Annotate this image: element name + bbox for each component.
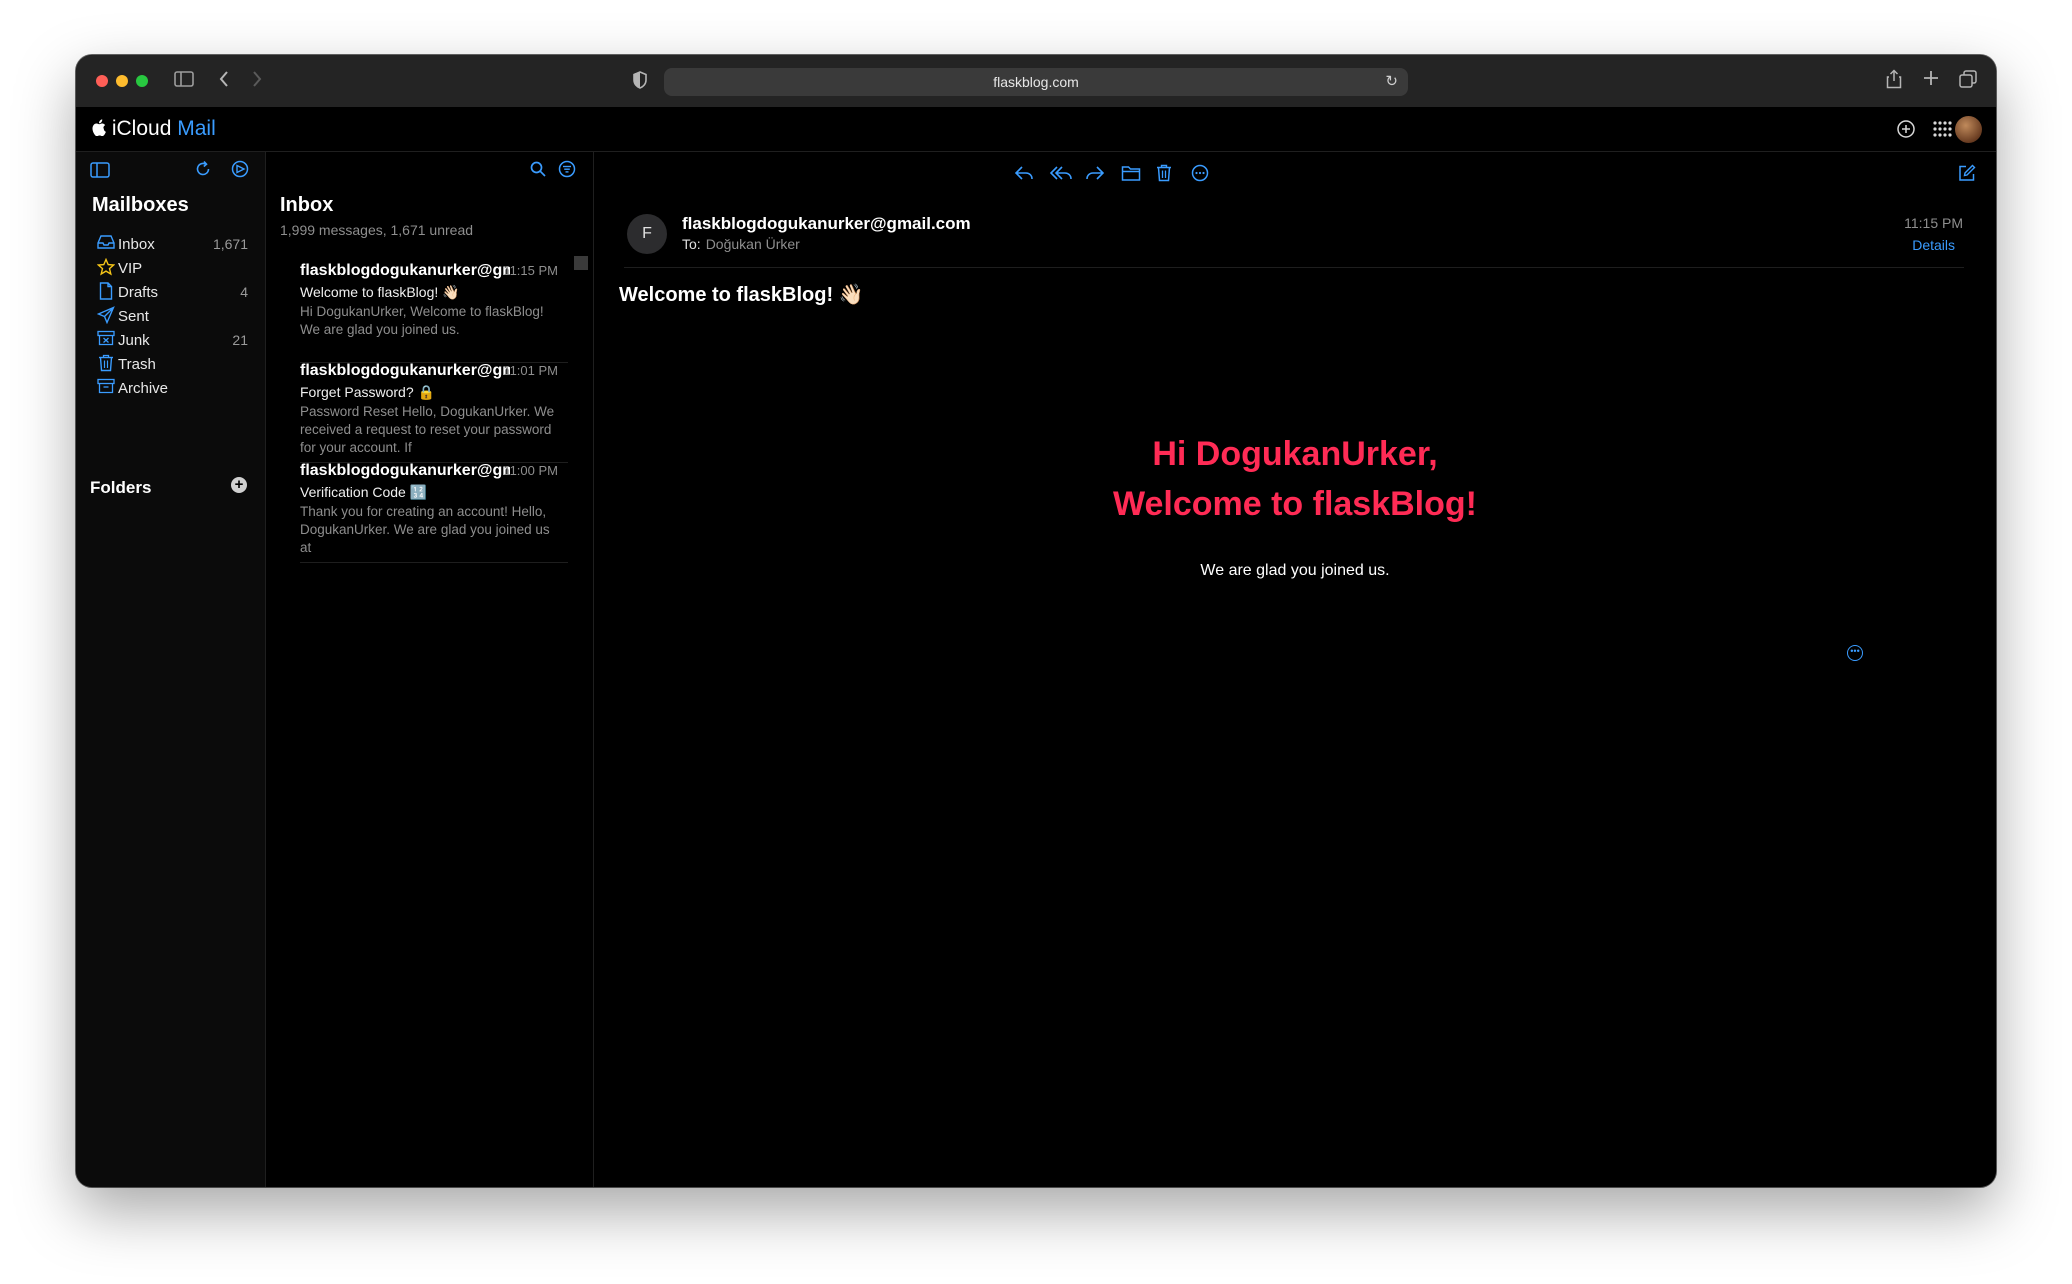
reply-all-icon[interactable] [1049, 164, 1073, 187]
more-actions-icon[interactable] [1191, 164, 1209, 187]
message-subject: Verification Code 🔢 [300, 484, 428, 500]
scrollbar[interactable] [574, 256, 588, 270]
folders-heading: Folders [90, 478, 152, 497]
forward-icon[interactable] [251, 69, 263, 93]
message-list-item[interactable]: flaskblogdogukanurker@gmail.c... 11:00 P… [300, 462, 568, 563]
mailbox-label: Drafts [118, 284, 159, 301]
message-sender: flaskblogdogukanurker@gmail.c... [300, 262, 510, 279]
message-subject: Forget Password? 🔒 [300, 384, 435, 400]
sidebar-icon[interactable] [174, 70, 194, 92]
archive-icon [96, 378, 116, 399]
message-list-item[interactable]: flaskblogdogukanurker@gmail.c... 11:01 P… [300, 362, 568, 463]
mailbox-label: Junk [118, 332, 150, 349]
message-list-title: Inbox [280, 194, 334, 216]
recipient-line: To: Doğukan Ürker [682, 236, 800, 252]
sender-email[interactable]: flaskblogdogukanurker@gmail.com [682, 214, 971, 234]
search-icon[interactable] [529, 160, 547, 183]
browser-toolbar: flaskblog.com ↻ [76, 55, 1996, 108]
message-preview: Hi DogukanUrker, Welcome to flaskBlog! W… [300, 304, 544, 337]
mailbox-label: Inbox [118, 236, 155, 253]
url-text: flaskblog.com [993, 74, 1079, 90]
brand-prefix: iCloud [111, 117, 172, 140]
tabs-icon[interactable] [1958, 69, 1978, 93]
unread-count: 4 [240, 284, 248, 300]
move-to-folder-icon[interactable] [1121, 164, 1141, 187]
mailboxes-sidebar: Mailboxes Inbox 1,671 VIP Drafts 4 Sent … [76, 152, 266, 1187]
message-subject-heading: Welcome to flaskBlog! 👋🏻 [619, 284, 864, 306]
show-quoted-text-icon[interactable]: ••• [1847, 645, 1863, 661]
reading-pane: F flaskblogdogukanurker@gmail.com To: Doğ… [594, 152, 1996, 1187]
new-tab-icon[interactable] [1922, 69, 1940, 91]
minimize-window-button[interactable] [116, 75, 128, 87]
filter-icon[interactable] [558, 160, 576, 183]
mailbox-label: Archive [118, 380, 169, 397]
email-body-text: We are glad you joined us. [1200, 562, 1390, 579]
refresh-icon[interactable] [194, 160, 212, 183]
mailbox-label: VIP [118, 260, 143, 277]
reload-icon[interactable]: ↻ [1385, 68, 1398, 96]
share-icon[interactable] [1886, 69, 1902, 93]
icloud-mail-logo[interactable]: iCloud Mail [92, 117, 216, 141]
message-sender: flaskblogdogukanurker@gmail.c... [300, 362, 510, 379]
email-greeting: Hi DogukanUrker, [1152, 435, 1438, 473]
add-circle-icon[interactable] [1896, 119, 1916, 145]
message-sender: flaskblogdogukanurker@gmail.c... [300, 462, 510, 479]
message-list-subtitle: 1,999 messages, 1,671 unread [280, 222, 474, 238]
icloud-header: iCloud Mail [76, 107, 1996, 152]
zoom-window-button[interactable] [136, 75, 148, 87]
unread-count: 1,671 [212, 236, 248, 252]
unread-count: 21 [232, 332, 248, 348]
apple-logo-icon [92, 117, 112, 140]
message-preview: Thank you for creating an account! Hello… [300, 504, 550, 555]
forward-message-icon[interactable] [1085, 164, 1105, 187]
close-window-button[interactable] [96, 75, 108, 87]
message-time: 11:15 PM [503, 263, 558, 278]
toggle-sidebar-icon[interactable] [90, 162, 110, 183]
message-timestamp: 11:15 PM [1904, 215, 1963, 231]
mailbox-archive[interactable]: Archive [90, 372, 250, 404]
compose-icon[interactable] [1958, 164, 1976, 187]
message-preview: Password Reset Hello, DogukanUrker. We r… [300, 404, 555, 455]
mailbox-label: Sent [118, 308, 149, 325]
mailbox-label: Trash [118, 356, 156, 373]
reply-icon[interactable] [1014, 164, 1034, 187]
email-headline: Welcome to flaskBlog! [1113, 485, 1477, 523]
filter-mailboxes-icon[interactable] [231, 160, 249, 183]
message-subject: Welcome to flaskBlog! 👋🏻 [300, 284, 460, 300]
mailboxes-title: Mailboxes [92, 194, 189, 216]
trash-icon[interactable] [1156, 164, 1172, 187]
browser-window: flaskblog.com ↻ iCloud Mail Mailboxes In… [76, 55, 1996, 1187]
add-folder-icon[interactable]: + [231, 477, 247, 493]
shield-icon[interactable] [632, 71, 648, 93]
details-link[interactable]: Details [1912, 237, 1955, 253]
message-list-item[interactable]: flaskblogdogukanurker@gmail.c... 11:15 P… [300, 262, 568, 363]
back-icon[interactable] [218, 69, 230, 93]
brand-product: Mail [177, 117, 216, 140]
address-bar[interactable]: flaskblog.com ↻ [664, 68, 1408, 96]
message-time: 11:01 PM [503, 363, 558, 378]
recipient-name[interactable]: Doğukan Ürker [706, 236, 800, 252]
account-avatar[interactable] [1955, 116, 1982, 143]
header-divider [624, 267, 1964, 268]
message-list: Inbox 1,999 messages, 1,671 unread flask… [266, 152, 594, 1187]
message-time: 11:00 PM [503, 463, 558, 478]
to-label: To: [682, 236, 701, 252]
app-grid-icon[interactable] [1932, 119, 1952, 145]
sender-avatar: F [627, 214, 667, 254]
